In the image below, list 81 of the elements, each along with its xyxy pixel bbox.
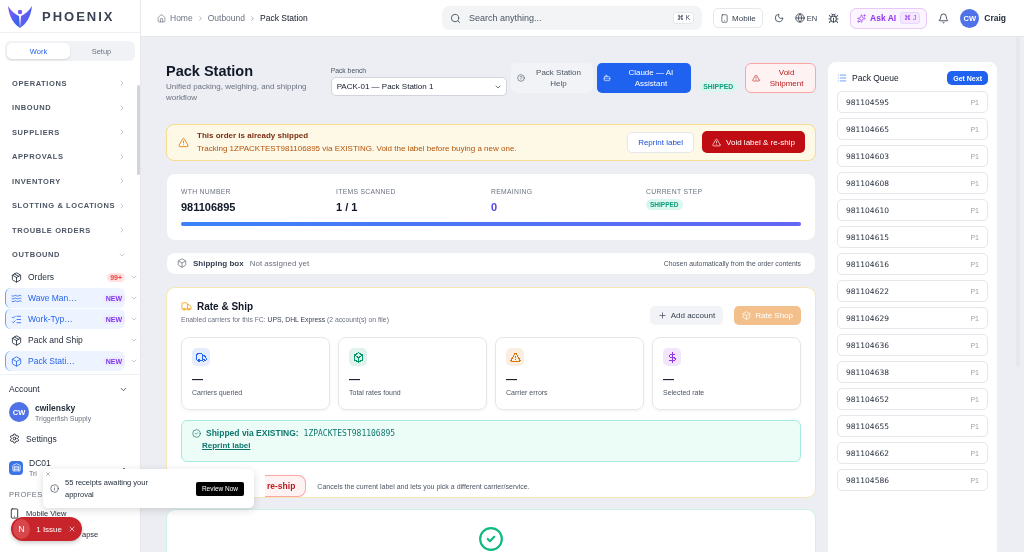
help-button[interactable]: Pack Station Help: [510, 63, 594, 93]
plus-icon: [657, 311, 667, 320]
warning-icon: [178, 136, 189, 148]
phone-icon: [720, 13, 730, 23]
theme-button[interactable]: [773, 13, 784, 23]
phone-icon: [9, 508, 20, 519]
chevron-down-icon: [130, 315, 138, 323]
box-icon: [177, 258, 187, 269]
warning-icon: [712, 137, 722, 147]
page-title: Pack Station: [166, 63, 255, 79]
box-icon: [11, 334, 22, 346]
void-button[interactable]: Void Shipment: [745, 63, 816, 93]
breadcrumb-link[interactable]: Outbound: [207, 13, 246, 23]
box-icon: [11, 271, 22, 283]
warehouse-icon: [9, 460, 23, 475]
section-title: Rate & Ship: [197, 301, 254, 312]
chevron-right-icon: [118, 103, 126, 112]
stat-value: 981106895: [181, 201, 236, 214]
brand-name: PHOENIX: [42, 8, 115, 24]
help-icon: [516, 74, 525, 82]
info-icon: [50, 484, 59, 493]
chevron-right-icon: [118, 177, 126, 186]
bench-select[interactable]: PACK-01 — Pack Station 1: [330, 77, 507, 96]
sparkles-icon: [857, 13, 867, 23]
issue-badge[interactable]: N 1 Issue: [11, 517, 82, 541]
shipping-box-label: Shipping box: [193, 258, 244, 268]
settings-link[interactable]: Settings: [26, 433, 57, 444]
user-name: cwilensky: [35, 402, 76, 413]
stat-value: 1 / 1: [336, 201, 358, 214]
breadcrumb-link[interactable]: Pack Station: [260, 13, 308, 23]
search-icon: [450, 12, 462, 24]
metric-value: —: [192, 373, 204, 385]
chevron-right-icon: [118, 152, 126, 161]
waves-icon: [11, 292, 22, 304]
box-icon: [11, 355, 22, 367]
settings-icon: [9, 433, 20, 444]
reprint-link[interactable]: Reprint label: [202, 441, 790, 450]
chevron-right-icon: [118, 201, 126, 210]
chevron-right-icon: [249, 14, 257, 22]
stat-value: 0: [491, 201, 498, 214]
bug-button[interactable]: [828, 12, 840, 24]
reprint-button[interactable]: Reprint label: [627, 131, 695, 153]
chevron-right-icon: [118, 128, 126, 137]
user-name[interactable]: Craig: [984, 13, 1006, 23]
nav-item[interactable]: Pack and Ship: [5, 330, 125, 350]
chevron-right-icon: [196, 14, 204, 22]
metric-value: —: [349, 373, 361, 385]
void-reship-button[interactable]: Void label & re-ship: [702, 131, 805, 154]
chevron-down-icon: [130, 336, 138, 344]
metric-value: —: [506, 373, 518, 385]
page-subtitle: Unified packing, weighing, and shipping workflow: [166, 82, 308, 104]
checklist-icon: [11, 313, 22, 325]
alert-title: This order is already shipped: [197, 131, 310, 141]
warning-icon: [752, 74, 761, 82]
chevron-down-icon: [130, 294, 138, 302]
site-name[interactable]: DC01: [29, 458, 51, 468]
chevron-right-icon: [118, 79, 126, 88]
add-account-button[interactable]: Add account: [649, 306, 724, 325]
shipping-box-value: Not assigned yet: [249, 258, 310, 268]
check-circle-icon: [192, 428, 201, 438]
tracking-number: 1ZPACKTEST981106895: [303, 428, 396, 438]
cube-icon: [742, 311, 752, 320]
notifications-button[interactable]: [938, 12, 950, 24]
metric-value: —: [663, 373, 675, 385]
chevron-right-icon: [118, 226, 126, 235]
search-input[interactable]: Search anything...: [467, 12, 667, 24]
truck-icon: [181, 301, 192, 312]
account-header[interactable]: Account: [9, 381, 128, 397]
robot-icon: [603, 74, 612, 82]
chevron-down-icon: [130, 273, 138, 281]
mobile-button[interactable]: Mobile: [713, 8, 763, 28]
assistant-button[interactable]: Claude — AI Assistant: [597, 63, 692, 93]
breadcrumb-link[interactable]: Home: [170, 13, 193, 23]
reship-button[interactable]: re-ship: [265, 475, 307, 497]
queue-title: Pack Queue: [852, 73, 899, 83]
check-circle-icon: [478, 526, 504, 552]
chevron-down-icon: [130, 357, 138, 365]
home-icon: [157, 13, 166, 23]
success-text: Shipped via EXISTING:: [206, 428, 299, 438]
alert-text: Tracking 1ZPACKTEST981106895 via EXISTING. Void the label before buying a new one.: [197, 144, 518, 154]
list-icon: [837, 73, 847, 83]
